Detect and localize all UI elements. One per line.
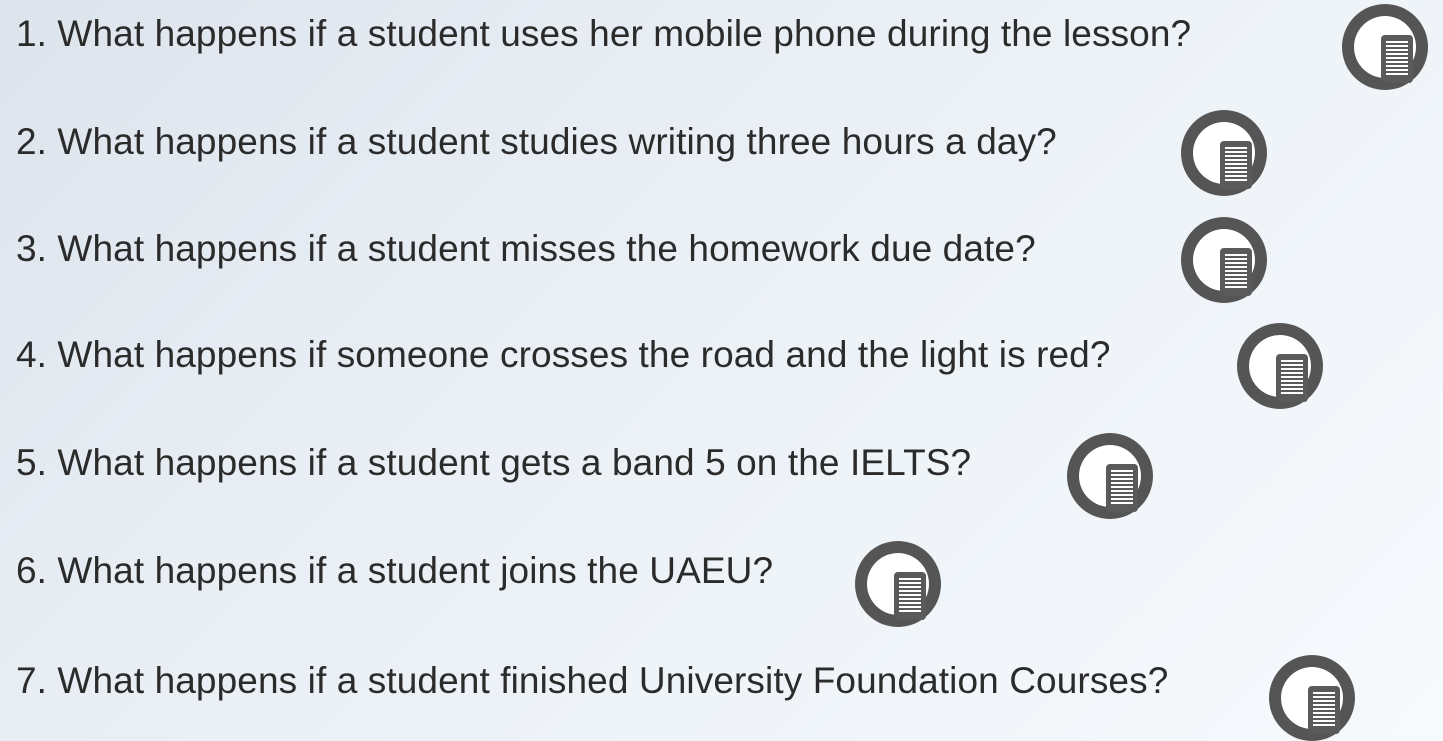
question-7: 7. What happens if a student finished Un… [16, 660, 1169, 701]
notes-button-5[interactable] [1067, 433, 1153, 519]
question-1: 1. What happens if a student uses her mo… [16, 13, 1192, 54]
question-5: 5. What happens if a student gets a band… [16, 442, 972, 483]
notes-button-3[interactable] [1181, 217, 1267, 303]
notes-icon [867, 553, 929, 620]
notes-button-1[interactable] [1342, 4, 1428, 90]
notes-icon [1281, 667, 1343, 734]
notes-button-6[interactable] [855, 541, 941, 627]
notes-button-7[interactable] [1269, 655, 1355, 741]
notes-icon [1193, 229, 1255, 296]
notes-button-2[interactable] [1181, 110, 1267, 196]
notes-icon [1193, 122, 1255, 189]
question-3: 3. What happens if a student misses the … [16, 228, 1036, 269]
question-4: 4. What happens if someone crosses the r… [16, 334, 1111, 375]
question-2: 2. What happens if a student studies wri… [16, 121, 1057, 162]
notes-icon [1354, 16, 1416, 83]
notes-icon [1249, 335, 1311, 402]
notes-button-4[interactable] [1237, 323, 1323, 409]
notes-icon [1079, 445, 1141, 512]
question-6: 6. What happens if a student joins the U… [16, 550, 774, 591]
slide: 1. What happens if a student uses her mo… [0, 0, 1443, 741]
